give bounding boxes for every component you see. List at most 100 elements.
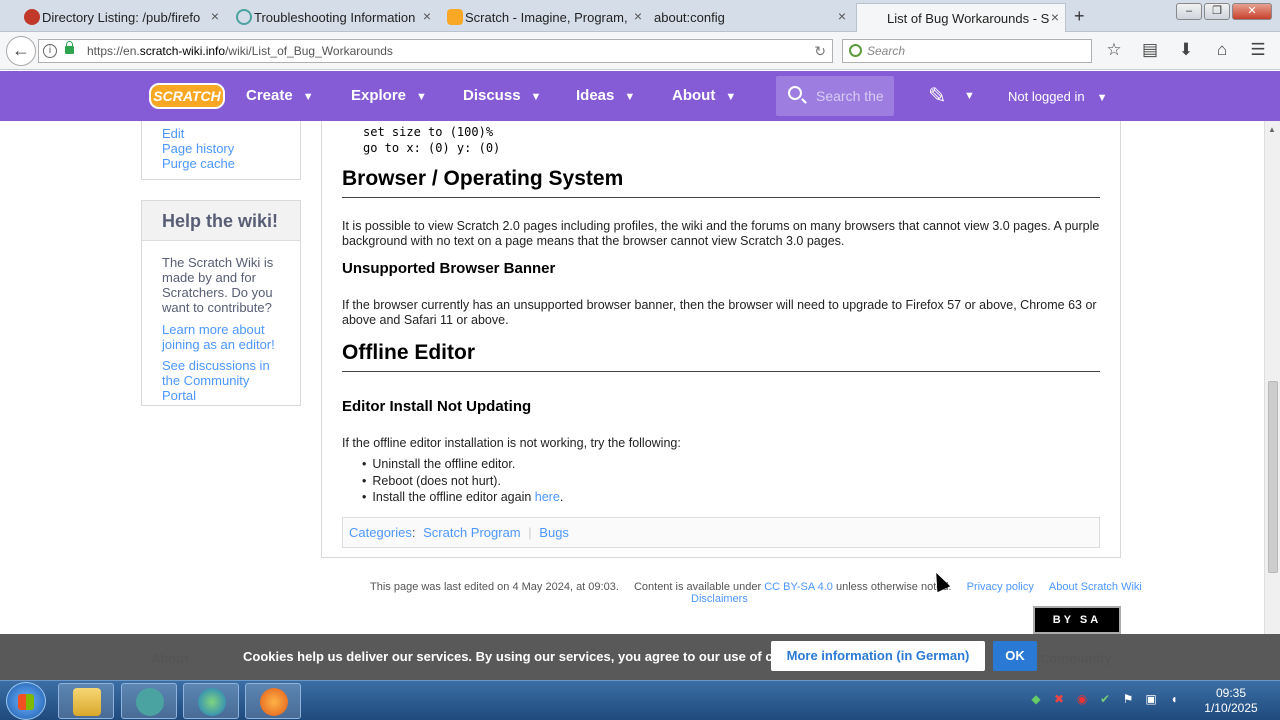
bookmark-star-icon[interactable]: ☆ (1103, 40, 1125, 60)
tab-title: Scratch - Imagine, Program, (465, 10, 628, 25)
close-window-icon[interactable]: ✕ (1232, 3, 1272, 20)
close-tab-icon[interactable]: × (211, 8, 219, 24)
taskbar-app-2[interactable] (121, 683, 177, 719)
footer-info: This page was last edited on 4 May 2024,… (370, 581, 1142, 593)
paragraph: If the offline editor installation is no… (342, 436, 681, 450)
browser-search-input[interactable]: Search (842, 39, 1092, 63)
url-bar[interactable]: i https://en.scratch-wiki.info/wiki/List… (38, 39, 833, 63)
cc-badge-text: BY SA (1052, 614, 1102, 626)
home-icon[interactable]: ⌂ (1211, 40, 1233, 60)
nav-label: Explore (351, 87, 407, 104)
info-icon[interactable]: i (43, 44, 57, 58)
help-wiki-box: Help the wiki! The Scratch Wiki is made … (141, 200, 301, 406)
minimize-icon[interactable]: – (1176, 3, 1202, 20)
account-menu[interactable]: Not logged in ▼ (1008, 71, 1108, 124)
wiki-page: Edit Page history Purge cache Help the w… (0, 121, 1264, 634)
maximize-icon[interactable]: ❐ (1204, 3, 1230, 20)
category-bugs[interactable]: Bugs (539, 525, 569, 540)
scrollbar-thumb[interactable] (1268, 381, 1278, 573)
close-tab-icon[interactable]: × (423, 8, 431, 24)
tab-title: about:config (654, 10, 725, 25)
download-icon[interactable]: ⬇ (1175, 40, 1197, 60)
start-button[interactable] (6, 682, 46, 720)
pencil-icon[interactable]: ✎ (928, 83, 946, 109)
community-portal-link[interactable]: See discussions in the Community Portal (162, 358, 284, 403)
article-content: set size to (100)% go to x: (0) y: (0) B… (321, 121, 1121, 558)
paragraph: If the browser currently has an unsuppor… (342, 298, 1097, 327)
cookie-more-info-button[interactable]: More information (in German) (771, 641, 985, 671)
tab-title: Directory Listing: /pub/firefo (42, 10, 201, 25)
page-scrollbar[interactable]: ▲ (1264, 121, 1280, 634)
tray-search-icon[interactable]: ◉ (1074, 691, 1090, 707)
cc-license-badge[interactable]: BY SA (1033, 606, 1121, 634)
license-link[interactable]: CC BY-SA 4.0 (764, 581, 833, 593)
clock-time: 09:35 (1215, 686, 1247, 700)
folder-icon (73, 688, 101, 716)
taskbar-app-3[interactable] (183, 683, 239, 719)
paragraph: It is possible to view Scratch 2.0 pages… (342, 219, 1100, 248)
taskbar-firefox[interactable] (245, 683, 301, 719)
close-tab-icon[interactable]: × (1051, 9, 1059, 25)
tab-about-config[interactable]: about:config × (632, 3, 852, 32)
system-clock[interactable]: 09:35 1/10/2025 (1196, 686, 1266, 716)
tab-directory-listing[interactable]: Directory Listing: /pub/firefo × (20, 3, 225, 32)
tray-check-icon[interactable]: ✔ (1097, 691, 1113, 707)
volume-icon[interactable]: ◖ (1166, 691, 1182, 707)
network-icon[interactable]: ▣ (1143, 691, 1159, 707)
bookmarks-library-icon[interactable]: ▤ (1139, 40, 1161, 60)
close-tab-icon[interactable]: × (838, 8, 846, 24)
url-path: /wiki/List_of_Bug_Workarounds (225, 44, 393, 58)
edit-link[interactable]: Edit (162, 126, 300, 141)
heading-browser-os: Browser / Operating System (342, 167, 1100, 198)
globe-icon (198, 688, 226, 716)
cookie-message: Cookies help us deliver our services. By… (243, 649, 818, 664)
footer-links: Disclaimers (691, 593, 748, 605)
url-host: scratch-wiki.info (139, 44, 226, 58)
nav-label: Ideas (576, 87, 615, 104)
tab-scratch[interactable]: Scratch - Imagine, Program, × (443, 3, 648, 32)
nav-about[interactable]: About ▼ (672, 71, 736, 121)
nav-create[interactable]: Create ▼ (246, 71, 314, 121)
firefox-icon (260, 688, 288, 716)
scratch-header: SCRATCH Create ▼ Explore ▼ Discuss ▼ Ideas ▼… (0, 71, 1280, 121)
tab-title: List of Bug Workarounds - S (887, 10, 1050, 26)
clock-date: 1/10/2025 (1204, 701, 1258, 715)
list-item: Reboot (does not hurt). (362, 473, 563, 490)
wiki-search-input[interactable]: Search the (776, 76, 894, 116)
disclaimers-link[interactable]: Disclaimers (691, 593, 748, 605)
chevron-down-icon: ▼ (530, 91, 542, 103)
categories-link[interactable]: Categories (349, 525, 412, 540)
nav-label: Discuss (463, 87, 521, 104)
taskbar-explorer[interactable] (58, 683, 114, 719)
nav-ideas[interactable]: Ideas ▼ (576, 71, 635, 121)
nav-explore[interactable]: Explore ▼ (351, 71, 427, 121)
lizard-icon (136, 688, 164, 716)
join-editor-link[interactable]: Learn more about joining as an editor! (162, 322, 284, 352)
here-link[interactable]: here (535, 490, 560, 504)
back-button[interactable]: ← (6, 36, 36, 66)
cookie-banner: About Community Cookies help us deliver … (0, 634, 1280, 680)
reload-icon[interactable]: ↻ (814, 40, 826, 62)
bug-favicon-icon (24, 9, 40, 25)
tray-app-icon[interactable]: ◆ (1028, 691, 1044, 707)
list-item: Uninstall the offline editor. (362, 456, 563, 473)
cookie-ok-button[interactable]: OK (993, 641, 1037, 671)
category-scratch-program[interactable]: Scratch Program (423, 525, 521, 540)
privacy-policy-link[interactable]: Privacy policy (967, 581, 1034, 593)
flag-icon[interactable]: ⚑ (1120, 691, 1136, 707)
chevron-down-icon[interactable]: ▼ (964, 71, 975, 121)
purge-cache-link[interactable]: Purge cache (162, 156, 300, 171)
menu-icon[interactable]: ☰ (1247, 40, 1269, 60)
nav-discuss[interactable]: Discuss ▼ (463, 71, 541, 121)
footer-about-behind: About (151, 651, 189, 666)
chevron-down-icon: ▼ (725, 91, 737, 103)
scratch-logo[interactable]: SCRATCH (149, 83, 225, 109)
heading-offline-editor: Offline Editor (342, 341, 1100, 372)
page-history-link[interactable]: Page history (162, 141, 300, 156)
about-wiki-link[interactable]: About Scratch Wiki (1049, 581, 1142, 593)
scroll-up-icon[interactable]: ▲ (1268, 125, 1276, 134)
tab-bug-workarounds[interactable]: List of Bug Workarounds - S × (856, 3, 1066, 32)
tab-troubleshooting[interactable]: Troubleshooting Information × (232, 3, 437, 32)
tray-blocked-icon[interactable]: ✖ (1051, 691, 1067, 707)
new-tab-button[interactable]: + (1074, 6, 1085, 27)
